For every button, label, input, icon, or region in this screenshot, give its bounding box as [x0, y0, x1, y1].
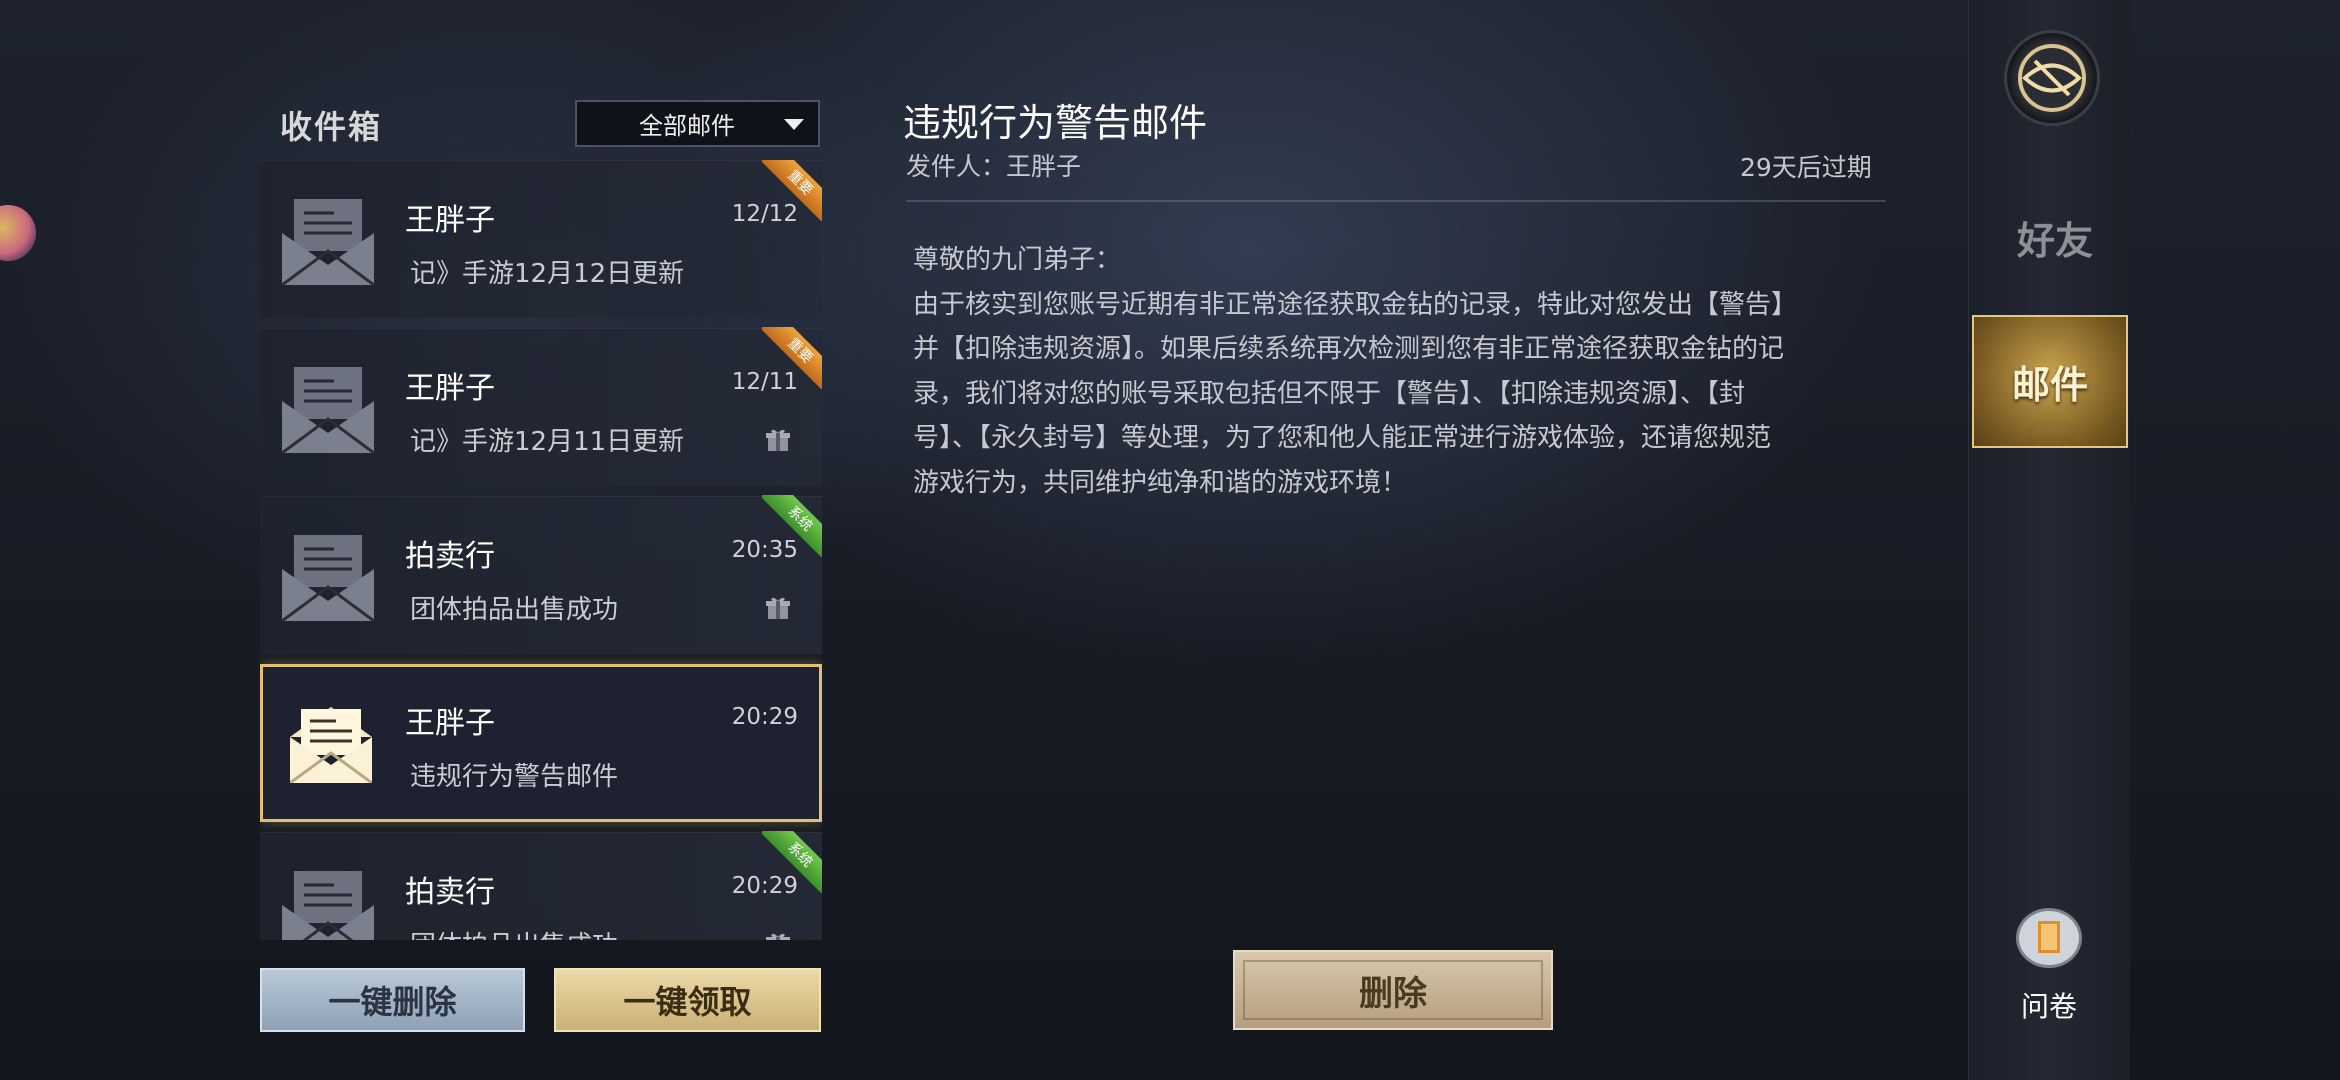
envelope-icon	[282, 367, 374, 453]
gift-icon	[766, 597, 790, 619]
claim-all-button[interactable]: 一键领取	[554, 968, 821, 1032]
important-tag: 重要	[762, 160, 822, 221]
mail-item[interactable]: 王胖子 12/11 记》手游12月11日更新 重要	[260, 327, 822, 486]
envelope-icon	[282, 199, 374, 285]
mail-subject: 团体拍品出售成功	[410, 925, 750, 940]
mail-body-line: 尊敬的九门弟子：	[913, 245, 1122, 275]
mail-item[interactable]: 拍卖行 20:29 团体拍品出售成功 系统	[260, 831, 822, 940]
important-tag: 重要	[762, 327, 822, 389]
mail-subject: 违规行为警告邮件	[410, 762, 619, 792]
mail-expire-text: 29天后过期	[1740, 153, 1872, 182]
mail-detail-sender: 发件人：王胖子	[906, 152, 1082, 181]
mail-item[interactable]: 拍卖行 20:35 团体拍品出售成功 系统	[260, 495, 822, 654]
mail-subject: 记》手游12月11日更新	[410, 427, 685, 457]
mail-filter-value: 全部邮件	[639, 112, 735, 140]
caret-down-icon	[784, 119, 804, 130]
mail-sender: 拍卖行	[405, 875, 495, 910]
mail-detail-title: 违规行为警告邮件	[903, 101, 1208, 145]
delete-mail-label: 删除	[1359, 973, 1427, 1014]
mail-list[interactable]: 王胖子 12/12 记》手游12月12日更新 重要 王胖子 12/11 记》手游…	[260, 160, 822, 940]
open-envelope-icon	[290, 707, 372, 783]
mail-body-line: 并【扣除违规资源】。如果后续系统再次检测到您有非正常途径获取金钻的记	[913, 334, 1785, 364]
mail-subject: 团体拍品出售成功	[410, 595, 619, 625]
mail-sender: 王胖子	[405, 706, 495, 741]
divider	[906, 200, 1886, 202]
partial-star-icon	[0, 205, 36, 261]
envelope-icon	[282, 535, 374, 621]
mail-subject: 记》手游12月12日更新	[410, 259, 685, 289]
gift-icon	[766, 933, 790, 940]
mail-body-line: 录，我们将对您的账号采取包括但不限于【警告】、【扣除违规资源】、【封	[913, 378, 1746, 409]
mail-item[interactable]: 王胖子 12/12 记》手游12月12日更新 重要	[260, 160, 822, 318]
mail-sender: 王胖子	[405, 371, 495, 406]
mail-body-line: 由于核实到您账号近期有非正常途径获取金钻的记录，特此对您发出【警告】	[913, 289, 1798, 320]
mail-body-line: 号】、【永久封号】等处理，为了您和他人能正常进行游戏体验，还请您规范	[913, 423, 1772, 453]
mail-sender: 王胖子	[405, 203, 495, 238]
mail-body: 尊敬的九门弟子： 由于核实到您账号近期有非正常途径获取金钻的记录，特此对您发出【…	[913, 238, 1873, 505]
mail-filter-dropdown[interactable]: 全部邮件	[575, 100, 820, 147]
tab-mail-label: 邮件	[2011, 362, 2088, 407]
delete-all-button[interactable]: 一键删除	[260, 968, 525, 1032]
game-logo-icon[interactable]	[2004, 30, 2100, 126]
mail-body-line: 游戏行为，共同维护纯净和谐的游戏环境！	[913, 467, 1408, 498]
inbox-title: 收件箱	[280, 108, 383, 146]
mail-item-selected[interactable]: 王胖子 20:29 违规行为警告邮件	[260, 664, 822, 822]
delete-mail-button[interactable]: 删除	[1233, 950, 1553, 1030]
survey-icon[interactable]	[2016, 908, 2082, 968]
mail-time: 20:29	[731, 704, 798, 730]
envelope-icon	[282, 871, 374, 940]
tab-mail[interactable]: 邮件	[1972, 315, 2128, 448]
gift-icon	[766, 429, 790, 451]
mail-sender: 拍卖行	[405, 539, 495, 574]
survey-label[interactable]: 问卷	[2016, 985, 2082, 1025]
tab-friends[interactable]: 好友	[2010, 210, 2100, 265]
system-tag: 系统	[762, 495, 822, 557]
system-tag: 系统	[762, 831, 822, 893]
